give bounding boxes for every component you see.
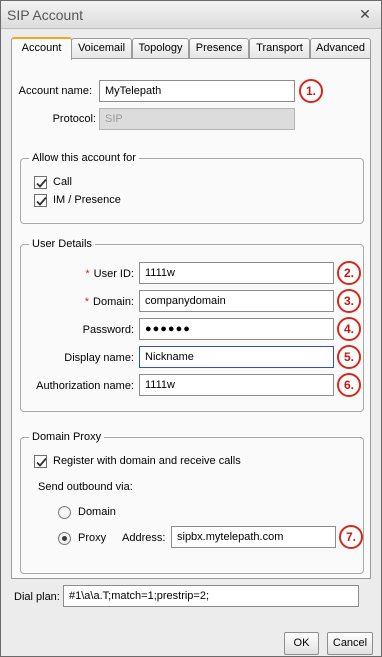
password-input[interactable]: ●●●●●● (139, 318, 334, 340)
user-details-group-title: User Details (29, 238, 95, 251)
close-icon[interactable]: ✕ (357, 7, 373, 23)
proxy-address-input[interactable]: sipbx.mytelepath.com (171, 526, 336, 548)
title-bar: SIP Account ✕ (1, 1, 381, 29)
domain-label: * Domain: (84, 296, 134, 308)
user-id-input[interactable]: 1111w (139, 262, 334, 284)
user-details-group: User Details * User ID: 1111w * Domain: co… (20, 238, 364, 412)
tab-topology[interactable]: Topology (132, 38, 189, 59)
domain-radio-label: Domain (78, 506, 116, 518)
tab-advanced[interactable]: Advanced (310, 38, 371, 59)
proxy-radio[interactable] (58, 532, 71, 545)
radio-selected-dot (62, 536, 67, 541)
callout-badge-4: 4. (337, 317, 361, 341)
authorization-name-input[interactable]: 1111w (139, 374, 334, 396)
account-tab-panel: Account name: MyTelepath 1. Protocol: SI… (11, 58, 371, 579)
callout-badge-5: 5. (337, 345, 361, 369)
callout-badge-3: 3. (337, 289, 361, 313)
account-name-label: Account name: (18, 85, 92, 97)
im-presence-checkbox[interactable] (34, 194, 47, 207)
display-name-label: Display name: (64, 352, 134, 364)
allow-account-group-title: Allow this account for (29, 152, 139, 165)
ok-button[interactable]: OK (284, 632, 319, 655)
dial-plan-label: Dial plan: (14, 591, 60, 603)
domain-proxy-group-title: Domain Proxy (29, 431, 105, 444)
checkmark-icon (36, 457, 47, 467)
callout-badge-6: 6. (337, 373, 361, 397)
tab-account[interactable]: Account (11, 37, 72, 60)
user-id-label: * User ID: (85, 268, 134, 280)
send-outbound-label: Send outbound via: (38, 481, 133, 493)
callout-badge-7: 7. (339, 525, 363, 549)
account-name-input[interactable]: MyTelepath (99, 80, 295, 102)
call-checkbox[interactable] (34, 176, 47, 189)
callout-badge-2: 2. (337, 261, 361, 285)
cancel-button[interactable]: Cancel (327, 632, 373, 655)
required-mark: * (84, 296, 90, 308)
register-domain-label: Register with domain and receive calls (53, 455, 241, 467)
password-label: Password: (82, 324, 134, 336)
domain-radio[interactable] (58, 506, 71, 519)
address-label: Address: (122, 532, 166, 544)
checkmark-icon (36, 178, 47, 188)
proxy-radio-label: Proxy (78, 532, 107, 544)
window-title: SIP Account (7, 7, 84, 23)
im-presence-label: IM / Presence (53, 194, 121, 206)
tab-voicemail[interactable]: Voicemail (71, 38, 132, 59)
callout-badge-1: 1. (299, 79, 323, 103)
domain-input[interactable]: companydomain (139, 290, 334, 312)
required-mark: * (85, 268, 90, 280)
authorization-name-label: Authorization name: (36, 380, 134, 392)
register-domain-checkbox[interactable] (34, 455, 47, 468)
dial-plan-input[interactable]: #1\a\a.T;match=1;prestrip=2; (63, 585, 359, 607)
tab-presence[interactable]: Presence (189, 38, 249, 59)
display-name-input[interactable]: Nickname (139, 346, 334, 368)
tab-transport[interactable]: Transport (249, 38, 310, 59)
call-label: Call (53, 176, 72, 188)
protocol-label: Protocol: (52, 113, 96, 125)
domain-proxy-group: Domain Proxy Register with domain and re… (20, 431, 364, 574)
checkmark-icon (36, 196, 47, 206)
allow-account-group: Allow this account for Call IM / Presenc… (20, 152, 364, 224)
protocol-field: SIP (99, 108, 295, 130)
sip-account-dialog: SIP Account ✕ Account Voicemail Topology… (0, 0, 382, 657)
